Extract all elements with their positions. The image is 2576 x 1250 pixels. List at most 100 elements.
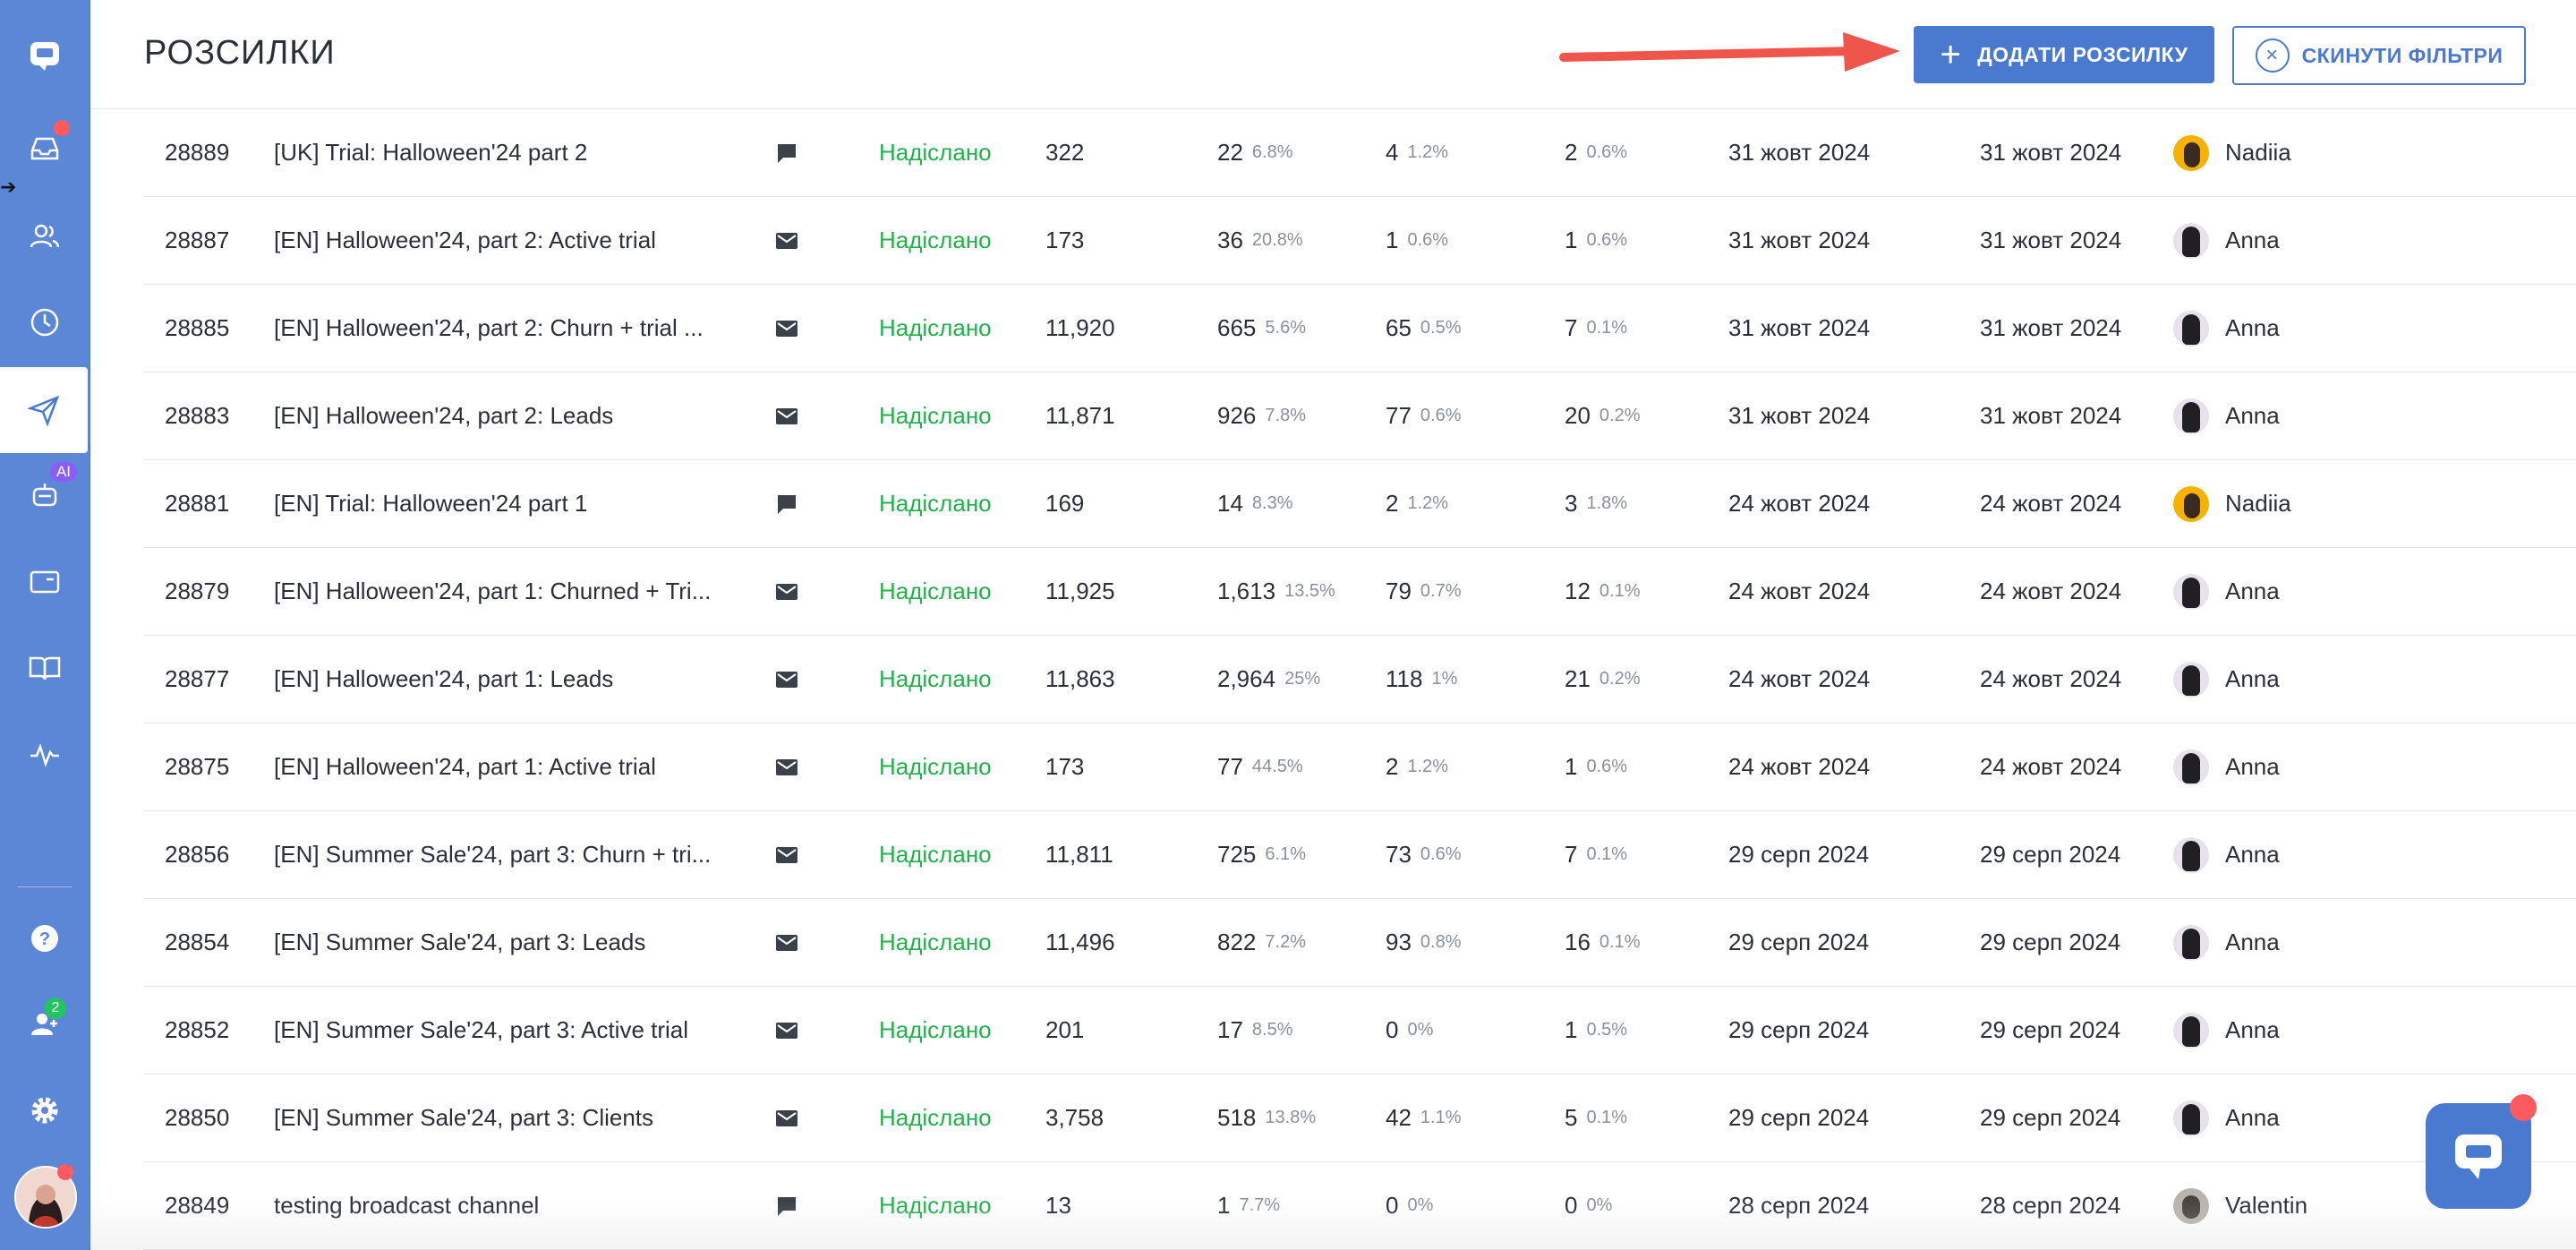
unsub-percent: 0% [1586,1195,1613,1215]
email-channel-icon [775,548,798,635]
unsub-stat: 3 1.8% [1565,460,1627,547]
broadcast-id: 28881 [165,490,230,517]
email-channel-icon [775,1074,798,1161]
unsub-percent: 0.1% [1599,932,1641,952]
unsub-stat: 7 0.1% [1565,811,1627,898]
opened-count: 1 [1217,1192,1231,1219]
opened-count: 822 [1217,929,1257,955]
users-icon[interactable] [0,193,90,279]
sent-date: 31 жовт 2024 [1980,402,2122,429]
broadcast-name[interactable]: [EN] Halloween'24, part 2: Churn + trial… [274,285,721,372]
clicked-count: 4 [1386,139,1399,166]
table-row[interactable]: 28849 testing broadcast channel Надіслано 1… [143,1162,2576,1250]
author-avatar [2173,924,2209,961]
bot-icon[interactable] [0,453,90,539]
team-icon[interactable] [0,981,90,1067]
status-label: Надіслано [879,841,992,868]
clock-icon[interactable] [0,279,90,365]
chat-channel-icon [775,460,798,547]
card-icon[interactable] [0,539,90,625]
table-row[interactable]: 28856 [EN] Summer Sale'24, part 3: Churn … [143,811,2576,899]
created-date: 31 жовт 2024 [1728,402,1871,429]
broadcast-name[interactable]: [EN] Halloween'24, part 1: Active trial [274,723,721,810]
clicked-stat: 2 1.2% [1386,723,1448,810]
pulse-icon[interactable] [0,711,90,797]
broadcast-name[interactable]: testing broadcast channel [274,1162,721,1249]
opened-stat: 14 8.3% [1217,460,1293,547]
table-row[interactable]: 28881 [EN] Trial: Halloween'24 part 1 Наді… [143,460,2576,548]
opened-percent: 5.6% [1265,318,1306,338]
unsub-count: 3 [1565,490,1578,517]
clicked-count: 0 [1386,1192,1399,1219]
gear-icon[interactable] [0,1067,90,1153]
broadcast-name[interactable]: [EN] Summer Sale'24, part 3: Leads [274,899,721,986]
author-name: Anna [2225,227,2280,253]
opened-count: 22 [1217,139,1243,166]
author-avatar [2173,398,2209,434]
table-row[interactable]: 28879 [EN] Halloween'24, part 1: Churned … [143,548,2576,636]
author: Valentin [2173,1162,2307,1249]
sent-date: 29 серп 2024 [1980,841,2121,868]
sent-count: 11,863 [1045,665,1115,692]
broadcast-name[interactable]: [EN] Halloween'24, part 1: Churned + Tri… [274,548,721,635]
sent-date: 28 серп 2024 [1980,1192,2121,1219]
table-row[interactable]: 28885 [EN] Halloween'24, part 2: Churn + … [143,285,2576,372]
author: Anna [2173,1074,2280,1161]
status-label: Надіслано [879,227,992,253]
broadcast-name[interactable]: [EN] Halloween'24, part 2: Leads [274,372,721,459]
table-row[interactable]: 28875 [EN] Halloween'24, part 1: Active t… [143,723,2576,811]
opened-count: 2,964 [1217,665,1276,692]
status-label: Надіслано [879,665,992,692]
table-row[interactable]: 28852 [EN] Summer Sale'24, part 3: Active… [143,987,2576,1074]
broadcast-name[interactable]: [UK] Trial: Halloween'24 part 2 [274,109,721,196]
sent-count: 11,925 [1045,578,1115,604]
chat-icon [2455,1134,2502,1179]
clicked-stat: 2 1.2% [1386,460,1448,547]
unsub-stat: 5 0.1% [1565,1074,1627,1161]
opened-percent: 7.8% [1265,406,1306,425]
opened-stat: 22 6.8% [1217,109,1293,196]
broadcast-name[interactable]: [EN] Summer Sale'24, part 3: Churn + tri… [274,811,721,898]
table-row[interactable]: 28877 [EN] Halloween'24, part 1: Leads Над… [143,636,2576,723]
clicked-stat: 93 0.8% [1386,899,1462,986]
created-date: 31 жовт 2024 [1728,139,1871,166]
broadcast-id: 28850 [165,1104,230,1131]
table-row[interactable]: 28887 [EN] Halloween'24, part 2: Active t… [143,197,2576,285]
broadcast-name[interactable]: [EN] Summer Sale'24, part 3: Active tria… [274,987,721,1074]
add-broadcast-button[interactable]: + ДОДАТИ РОЗСИЛКУ [1914,26,2214,83]
book-icon[interactable] [0,625,90,711]
email-channel-icon [775,899,798,986]
broadcast-id: 28856 [165,841,230,868]
opened-percent: 6.1% [1265,844,1306,864]
broadcast-id: 28854 [165,929,230,955]
table-row[interactable]: 28850 [EN] Summer Sale'24, part 3: Client… [143,1074,2576,1162]
broadcast-name[interactable]: [EN] Trial: Halloween'24 part 1 [274,460,721,547]
sent-date: 24 жовт 2024 [1980,578,2122,604]
plus-icon: + [1940,35,1962,74]
broadcast-name[interactable]: [EN] Halloween'24, part 1: Leads [274,636,721,723]
reset-filters-label: СКИНУТИ ФІЛЬТРИ [2301,43,2503,67]
unsub-stat: 2 0.6% [1565,109,1627,196]
author-avatar [2173,134,2209,171]
author-name: Nadiia [2225,490,2291,517]
broadcast-id: 28887 [165,227,230,253]
cursor-icon: ➔ [0,176,17,198]
email-channel-icon [775,372,798,459]
clicked-count: 93 [1386,929,1412,955]
broadcast-name[interactable]: [EN] Summer Sale'24, part 3: Clients [274,1074,721,1161]
send-icon[interactable] [0,367,88,453]
table-row[interactable]: 28883 [EN] Halloween'24, part 2: Leads Над… [143,372,2576,460]
table-row[interactable]: 28889 [UK] Trial: Halloween'24 part 2 Наді… [143,109,2576,197]
table-row[interactable]: 28854 [EN] Summer Sale'24, part 3: Leads Н… [143,899,2576,987]
help-icon[interactable]: ? [0,895,90,981]
page-title: РОЗСИЛКИ [144,34,336,72]
annotation-arrow-icon [1559,32,1900,72]
sent-count: 11,496 [1045,929,1115,955]
sent-count: 169 [1045,490,1085,517]
created-date: 29 серп 2024 [1728,929,1870,955]
reset-filters-button[interactable]: × СКИНУТИ ФІЛЬТРИ [2232,26,2526,85]
broadcast-name[interactable]: [EN] Halloween'24, part 2: Active trial [274,197,721,284]
status-label: Надіслано [879,314,992,341]
broadcast-table: 28889 [UK] Trial: Halloween'24 part 2 Наді… [143,109,2576,1250]
logo-icon[interactable] [0,13,90,98]
